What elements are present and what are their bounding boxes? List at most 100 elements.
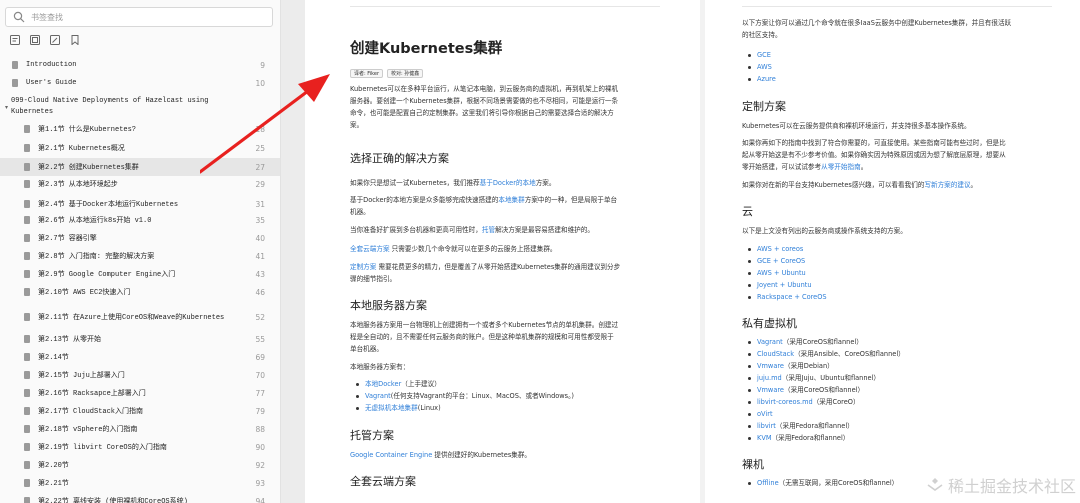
bookmark-page-number: 46 xyxy=(255,287,265,297)
bookmark-item[interactable]: 第2.8节 入门指南: 完整的解决方案 41 xyxy=(0,248,280,264)
list-link[interactable]: GCE + CoreOS xyxy=(757,255,805,267)
link-new-solution-advice[interactable]: 写新方案的建议 xyxy=(924,181,970,189)
bookmark-item[interactable]: 第1.1节 什么是Kubernetes? 18 xyxy=(0,121,280,137)
link-custom[interactable]: 定制方案 xyxy=(350,263,376,271)
bookmark-icon xyxy=(24,353,30,361)
thumbnail-icon[interactable] xyxy=(30,35,40,45)
bullet-icon xyxy=(748,481,751,485)
bookmark-item[interactable]: 第2.20节 92 xyxy=(0,457,280,473)
list-link[interactable]: CloudStack xyxy=(757,348,794,360)
bookmark-item[interactable]: 第2.18节 vSphere的入门指南 88 xyxy=(0,421,280,437)
bookmark-item[interactable]: 第2.16节 Racksapce上部署入门 77 xyxy=(0,385,280,401)
bookmark-item[interactable]: 第2.6节 从本地运行k8s开始 v1.0 35 xyxy=(0,212,280,228)
bookmark-icon xyxy=(24,407,30,415)
bookmark-page-number: 79 xyxy=(255,406,265,416)
bookmark-item[interactable]: 第2.11节 在Azure上使用CoreOS和Weave的Kubernetes 5… xyxy=(0,306,280,328)
bookmark-label: 第1.1节 什么是Kubernetes? xyxy=(38,126,137,134)
bookmark-icon xyxy=(24,479,30,487)
list-link[interactable]: AWS + Ubuntu xyxy=(757,267,806,279)
local-solutions-list: 本地Docker （上手建议） Vagrant (任何支持Vagrant的平台：Li… xyxy=(356,378,574,414)
list-link[interactable]: Azure xyxy=(757,73,776,85)
bookmark-item[interactable]: 第2.19节 libvirt CoreOS的入门指南 90 xyxy=(0,439,280,455)
list-item-text: （采用Debian） xyxy=(784,362,834,370)
bookmark-icon[interactable] xyxy=(70,35,80,45)
annotation-icon[interactable] xyxy=(50,35,60,45)
bookmark-item[interactable]: Introduction 9 xyxy=(0,57,280,73)
bookmark-page-number: 77 xyxy=(255,388,265,398)
list-link[interactable]: AWS xyxy=(757,61,772,73)
bookmark-label: 第2.18节 vSphere的入门指南 xyxy=(38,426,138,434)
bookmark-item[interactable]: 第2.1节 Kubernetes概况 25 xyxy=(0,140,280,156)
bookmark-item[interactable]: ▾ 099-Cloud Native Deployments of Hazelca… xyxy=(0,95,280,119)
bookmark-label: 第2.11节 在Azure上使用CoreOS和Weave的Kubernetes xyxy=(38,314,225,322)
cloud-item: GCE + CoreOS xyxy=(748,255,827,267)
expand-arrow-icon[interactable]: ▾ xyxy=(5,104,8,111)
bookmark-item[interactable]: 第2.14节 69 xyxy=(0,349,280,365)
bookmark-item[interactable]: User's Guide 10 xyxy=(0,75,280,91)
list-item-text: （采用Fedora和flannel） xyxy=(775,422,854,430)
link-local-cluster[interactable]: 本地集群 xyxy=(498,196,524,204)
list-link[interactable]: juju.md xyxy=(757,372,782,384)
bookmark-page-number: 27 xyxy=(255,162,265,172)
list-link[interactable]: libvirt xyxy=(757,420,776,432)
list-link[interactable]: oVirt xyxy=(757,408,773,420)
list-link[interactable]: Vmware xyxy=(757,360,784,372)
bookmark-item[interactable]: 第2.22节 离线安装 (使用裸机和CoreOS系统) 94 xyxy=(0,493,280,503)
link-turnkey[interactable]: 全套云端方案 xyxy=(350,245,390,253)
list-link[interactable]: 无虚拟机本地集群 xyxy=(365,402,418,414)
local-solution-item: Vagrant (任何支持Vagrant的平台：Linux、MacOS、或者Wi… xyxy=(356,390,574,402)
list-link[interactable]: libvirt-coreos.md xyxy=(757,396,813,408)
list-link[interactable]: KVM xyxy=(757,432,772,444)
bookmark-label: 099-Cloud Native Deployments of Hazelcas… xyxy=(11,97,209,116)
bullet-icon xyxy=(748,364,751,368)
bookmark-item[interactable]: 第2.17节 CloudStack入门指南 79 xyxy=(0,403,280,419)
link-google-container-engine[interactable]: Google Container Engine xyxy=(350,451,432,459)
bookmark-page-number: 29 xyxy=(255,179,265,189)
bookmark-item[interactable]: 第2.10节 AWS EC2快速入门 46 xyxy=(0,284,280,300)
link-hosted[interactable]: 托管 xyxy=(482,226,495,234)
watermark: 稀土掘金技术社区 xyxy=(926,473,1076,497)
bookmark-item[interactable]: 第2.9节 Google Computer Engine入门 43 xyxy=(0,266,280,282)
list-link[interactable]: Vagrant xyxy=(365,390,391,402)
heading-cloud: 云 xyxy=(742,205,753,218)
list-link[interactable]: 本地Docker xyxy=(365,378,401,390)
list-link[interactable]: Joyent + Ubuntu xyxy=(757,279,812,291)
bare-metal-item: Offline （无需互联网，采用CoreOS和flannel） xyxy=(748,477,898,489)
bookmark-label: 第2.22节 离线安装 (使用裸机和CoreOS系统) xyxy=(38,498,188,503)
paragraph-custom: 定制方案 需要花费更多的精力，但是覆盖了从零开始搭建Kubernetes集群的通… xyxy=(350,263,621,283)
bookmark-icon xyxy=(24,180,30,188)
bullet-icon xyxy=(748,352,751,356)
bookmark-icon xyxy=(24,443,30,451)
cloud-list: AWS + coreos GCE + CoreOS AWS + Ubuntu Joye… xyxy=(748,243,827,303)
list-link[interactable]: GCE xyxy=(757,49,771,61)
page2-intro: 以下方案让你可以通过几个命令就在很多IaaS云服务中创建Kubernetes集群… xyxy=(742,19,1012,39)
link-from-scratch[interactable]: 从零开始指南 xyxy=(821,163,861,171)
list-link[interactable]: Rackspace + CoreOS xyxy=(757,291,827,303)
link-docker-local[interactable]: 基于Docker的本地 xyxy=(480,179,536,187)
bookmark-search-input[interactable]: 书签查找 xyxy=(5,7,273,27)
bookmark-icon xyxy=(24,200,30,208)
bookmark-item[interactable]: 第2.15节 Juju上部署入门 70 xyxy=(0,367,280,383)
list-item-text: （采用Ansible、CoreOS和flannel） xyxy=(794,350,905,358)
watermark-text: 稀土掘金技术社区 xyxy=(947,477,1076,496)
bookmark-item[interactable]: 第2.3节 从本地环境起步 29 xyxy=(0,176,280,192)
list-link[interactable]: Vagrant xyxy=(757,336,783,348)
bare-metal-list: Offline （无需互联网，采用CoreOS和flannel） xyxy=(748,477,898,489)
outline-icon[interactable] xyxy=(10,35,20,45)
bookmark-item[interactable]: 第2.21节 93 xyxy=(0,475,280,491)
private-vm-item: Vagrant （采用CoreOS和flannel） xyxy=(748,336,905,348)
bookmark-icon xyxy=(24,371,30,379)
bookmark-item[interactable]: 第2.7节 容器引擎 40 xyxy=(0,230,280,246)
list-link[interactable]: AWS + coreos xyxy=(757,243,803,255)
list-link[interactable]: Vmware xyxy=(757,384,784,396)
list-link[interactable]: Offline xyxy=(757,477,779,489)
bookmark-item[interactable]: 第2.4节 基于Docker本地运行Kubernetes 31 xyxy=(0,196,280,212)
page-gutter xyxy=(281,0,305,503)
bookmark-item[interactable]: 第2.13节 从零开始 55 xyxy=(0,331,280,347)
bullet-icon xyxy=(748,271,751,275)
bookmark-item[interactable]: 第2.2节 创建Kubernetes集群 27 xyxy=(0,158,280,176)
list-item-text: （采用CoreOS和flannel） xyxy=(784,386,865,394)
bookmark-page-number: 70 xyxy=(255,370,265,380)
list-item-text: （采用CoreO） xyxy=(812,398,860,406)
paragraph-try-local: 如果你只是想试一试Kubernetes，我们推荐基于Docker的本地方案。 xyxy=(350,179,556,187)
